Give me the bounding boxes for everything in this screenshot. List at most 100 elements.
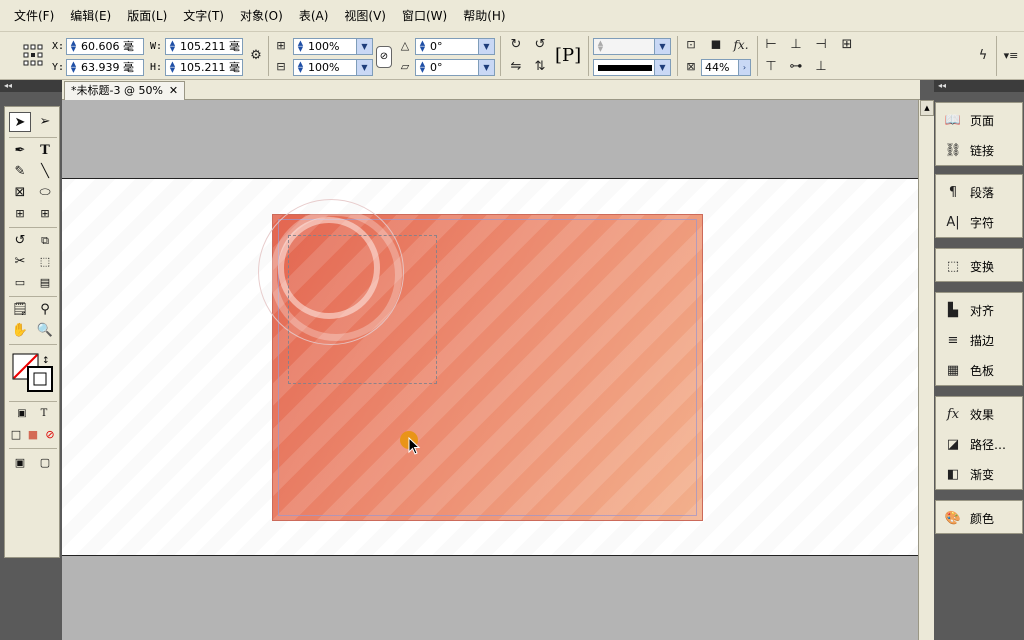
menu-window[interactable]: 窗口(W) xyxy=(394,0,455,32)
panel-item-swatches[interactable]: ▦ 色板 xyxy=(936,355,1024,385)
stroke-weight-stepper-icon[interactable]: ▲ ▼ xyxy=(596,40,605,53)
chevron-down-icon[interactable]: ▼ xyxy=(654,60,670,75)
menu-help[interactable]: 帮助(H) xyxy=(455,0,513,32)
vertical-scrollbar[interactable]: ▲ xyxy=(918,100,934,640)
x-field[interactable]: ▲ ▼ 60.606 毫 xyxy=(66,38,144,55)
chevron-down-icon[interactable]: ▼ xyxy=(356,60,372,75)
lightning-icon[interactable]: ϟ xyxy=(974,47,992,65)
selection-tool-icon[interactable]: ➤ xyxy=(9,112,31,132)
shear-field[interactable]: ▲ ▼ 0° ▼ xyxy=(415,59,495,76)
align-center-h-icon[interactable]: ⊥ xyxy=(787,36,805,54)
w-stepper-icon[interactable]: ▲ ▼ xyxy=(168,40,177,53)
gradient-tool-icon[interactable]: ▭ xyxy=(9,273,31,293)
align-left-icon[interactable]: ⊢ xyxy=(762,36,780,54)
scale-x-field[interactable]: ▲ ▼ 100% ▼ xyxy=(293,38,373,55)
flip-horizontal-icon[interactable]: ⇋ xyxy=(507,58,525,76)
zoom-tool-icon[interactable]: 🔍 xyxy=(34,321,56,341)
panel-item-pathfinder[interactable]: ◪ 路径… xyxy=(936,429,1024,459)
rotate-tool-icon[interactable]: ↺ xyxy=(9,231,31,251)
panel-item-paragraph[interactable]: ¶ 段落 xyxy=(936,177,1024,207)
x-stepper-icon[interactable]: ▲ ▼ xyxy=(69,40,78,53)
direct-selection-tool-icon[interactable]: ➢ xyxy=(34,112,56,132)
scroll-up-icon[interactable]: ▲ xyxy=(920,100,934,116)
document-tab[interactable]: *未标题-3 @ 50% ✕ xyxy=(64,81,186,100)
ellipse-tool-icon[interactable]: ⬭ xyxy=(34,183,56,203)
panel-item-effects[interactable]: fx 效果 xyxy=(936,399,1024,429)
flip-vertical-icon[interactable]: ⇅ xyxy=(531,58,549,76)
link-icon[interactable]: ⊘ xyxy=(376,46,392,68)
chevron-down-icon[interactable]: ▼ xyxy=(356,39,372,54)
menu-type[interactable]: 文字(T) xyxy=(175,0,232,32)
scissors-tool-icon[interactable]: ✂ xyxy=(9,252,31,272)
align-top-icon[interactable]: ⊤ xyxy=(762,58,780,76)
menu-file[interactable]: 文件(F) xyxy=(6,0,62,32)
rotate-cw-icon[interactable]: ↻ xyxy=(507,36,525,54)
panel-item-character[interactable]: A| 字符 xyxy=(936,207,1024,237)
h-stepper-icon[interactable]: ▲ ▼ xyxy=(168,61,177,74)
menu-object[interactable]: 对象(O) xyxy=(232,0,291,32)
scale-y-stepper-icon[interactable]: ▲ ▼ xyxy=(296,61,305,74)
y-field[interactable]: ▲ ▼ 63.939 毫 xyxy=(66,59,144,76)
free-transform-tool-icon[interactable]: ⬚ xyxy=(34,252,56,272)
reference-point-icon[interactable] xyxy=(22,42,44,68)
panel-menu-icon[interactable]: ▾≡ xyxy=(1002,47,1020,65)
constrain-proportions-icon[interactable]: ⚙ xyxy=(247,47,265,65)
panel-item-links[interactable]: ⛓ 链接 xyxy=(936,135,1024,165)
rotate-stepper-icon[interactable]: ▲ ▼ xyxy=(418,40,427,53)
chevron-right-icon[interactable]: › xyxy=(738,60,750,75)
apply-none-icon[interactable]: ⊘ xyxy=(39,425,61,445)
distribute-icon[interactable]: ⊞ xyxy=(838,36,856,54)
menu-view[interactable]: 视图(V) xyxy=(336,0,394,32)
panel-item-pages[interactable]: 📖 页面 xyxy=(936,105,1024,135)
close-icon[interactable]: ✕ xyxy=(169,82,178,100)
gradient-feather-tool-icon[interactable]: ▤ xyxy=(34,273,56,293)
chevron-down-icon[interactable]: ▼ xyxy=(478,39,494,54)
rotate-field[interactable]: ▲ ▼ 0° ▼ xyxy=(415,38,495,55)
collapse-arrows-icon[interactable]: ◂◂ xyxy=(0,80,62,92)
w-field[interactable]: ▲ ▼ 105.211 毫 xyxy=(165,38,243,55)
fx-icon[interactable]: fx. xyxy=(732,36,750,54)
menu-edit[interactable]: 编辑(E) xyxy=(62,0,119,32)
chevron-down-icon[interactable]: ▼ xyxy=(654,39,670,54)
panel-item-gradient[interactable]: ◧ 渐变 xyxy=(936,459,1024,489)
formatting-text-icon[interactable]: T xyxy=(33,404,55,424)
type-tool-icon[interactable]: T xyxy=(34,141,56,161)
frame-fitting-icon[interactable]: ⊡ xyxy=(682,36,700,54)
align-bottom-icon[interactable]: ⊥ xyxy=(812,58,830,76)
table-tool-icon[interactable]: ⊞ xyxy=(34,204,56,224)
note-tool-icon[interactable]: 🗒 xyxy=(9,300,31,320)
align-center-v-icon[interactable]: ⊶ xyxy=(787,58,805,76)
document-page[interactable] xyxy=(62,178,918,556)
stroke-type-field[interactable]: ▼ xyxy=(593,59,671,76)
fill-stroke-swatch[interactable]: ↕ xyxy=(12,353,54,393)
collapse-arrows-icon[interactable]: ◂◂ xyxy=(934,80,1024,92)
pencil-tool-icon[interactable]: ✎ xyxy=(9,162,31,182)
panel-item-transform[interactable]: ⬚ 变换 xyxy=(936,251,1024,281)
chevron-down-icon[interactable]: ▼ xyxy=(478,60,494,75)
panel-item-align[interactable]: ▙ 对齐 xyxy=(936,295,1024,325)
hand-tool-icon[interactable]: ✋ xyxy=(9,321,31,341)
formatting-container-icon[interactable]: ▣ xyxy=(11,404,33,424)
preview-view-icon[interactable]: ▢ xyxy=(34,453,56,473)
rectangle-frame-tool-icon[interactable]: ⊠ xyxy=(9,183,31,203)
rotate-ccw-icon[interactable]: ↺ xyxy=(531,36,549,54)
line-tool-icon[interactable]: ╲ xyxy=(34,162,56,182)
selection-bounding-box[interactable] xyxy=(288,235,437,384)
scale-x-stepper-icon[interactable]: ▲ ▼ xyxy=(296,40,305,53)
drop-shadow-icon[interactable]: ◼ xyxy=(707,36,725,54)
panel-item-stroke[interactable]: ≡ 描边 xyxy=(936,325,1024,355)
stroke-weight-field[interactable]: ▲ ▼ ▼ xyxy=(593,38,671,55)
shear-stepper-icon[interactable]: ▲ ▼ xyxy=(418,61,427,74)
eyedropper-tool-icon[interactable]: ⚲ xyxy=(34,300,56,320)
align-right-icon[interactable]: ⊣ xyxy=(812,36,830,54)
panel-item-color[interactable]: 🎨 颜色 xyxy=(936,503,1024,533)
menu-layout[interactable]: 版面(L) xyxy=(119,0,175,32)
menu-table[interactable]: 表(A) xyxy=(291,0,337,32)
button-tool-icon[interactable]: ⊞ xyxy=(9,204,31,224)
y-stepper-icon[interactable]: ▲ ▼ xyxy=(69,61,78,74)
canvas-pasteboard[interactable] xyxy=(62,100,918,640)
scale-tool-icon[interactable]: ⧉ xyxy=(34,231,56,251)
pen-tool-icon[interactable]: ✒ xyxy=(9,141,31,161)
scale-y-field[interactable]: ▲ ▼ 100% ▼ xyxy=(293,59,373,76)
h-field[interactable]: ▲ ▼ 105.211 毫 xyxy=(165,59,243,76)
